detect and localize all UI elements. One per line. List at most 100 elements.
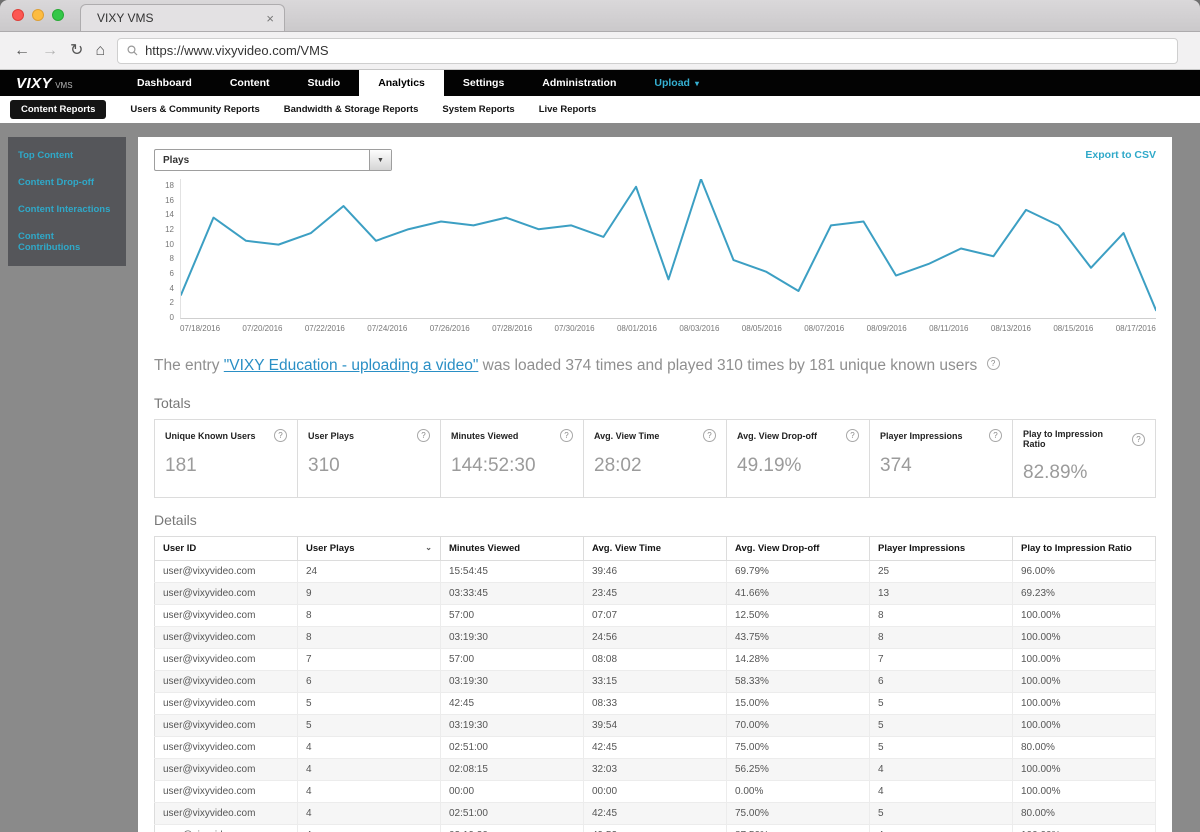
nav-item-settings[interactable]: Settings bbox=[444, 70, 523, 96]
table-row: user@vixyvideo.com 9 03:33:45 23:45 41.66% 13… bbox=[154, 582, 1156, 605]
total-card-user-plays: User Plays? 310 bbox=[298, 420, 441, 497]
nav-item-upload[interactable]: Upload ▾ bbox=[635, 70, 718, 96]
cell-minutes-viewed: 03:33:45 bbox=[440, 582, 584, 605]
cell-player-impressions: 6 bbox=[869, 670, 1013, 693]
minimize-window-button[interactable] bbox=[32, 9, 44, 21]
cell-player-impressions: 8 bbox=[869, 626, 1013, 649]
nav-item-dashboard[interactable]: Dashboard bbox=[118, 70, 211, 96]
subnav-item-live-reports[interactable]: Live Reports bbox=[539, 104, 597, 115]
nav-item-content[interactable]: Content bbox=[211, 70, 289, 96]
nav-item-analytics[interactable]: Analytics bbox=[359, 70, 444, 96]
column-header-user-plays[interactable]: User Plays ⌄ bbox=[297, 536, 441, 561]
total-card-label: Avg. View Time bbox=[594, 430, 660, 441]
total-card-player-impressions: Player Impressions? 374 bbox=[870, 420, 1013, 497]
totals-row: Unique Known Users? 181 User Plays? 310 Minu… bbox=[154, 419, 1156, 498]
cell-play-to-impression-ratio: 100.00% bbox=[1012, 692, 1156, 715]
total-card-header: Unique Known Users? bbox=[165, 429, 287, 442]
cell-avg-view-drop-off: 15.00% bbox=[726, 692, 870, 715]
total-card-value: 82.89% bbox=[1023, 462, 1088, 483]
help-icon[interactable]: ? bbox=[703, 429, 716, 442]
cell-avg-view-time: 23:45 bbox=[583, 582, 727, 605]
cell-user-id: user@vixyvideo.com bbox=[154, 824, 298, 832]
cell-user-plays: 4 bbox=[297, 758, 441, 781]
subnav-item-system-reports[interactable]: System Reports bbox=[442, 104, 514, 115]
close-window-button[interactable] bbox=[12, 9, 24, 21]
totals-heading: Totals bbox=[154, 395, 191, 411]
cell-player-impressions: 5 bbox=[869, 714, 1013, 737]
table-row: user@vixyvideo.com 6 03:19:30 33:15 58.33% 6 1… bbox=[154, 670, 1156, 693]
nav-item-administration[interactable]: Administration bbox=[523, 70, 635, 96]
cell-minutes-viewed: 02:08:15 bbox=[440, 758, 584, 781]
cell-user-id: user@vixyvideo.com bbox=[154, 604, 298, 627]
forward-icon[interactable]: → bbox=[42, 42, 58, 59]
column-header-play-to-impression-ratio[interactable]: Play to Impression Ratio bbox=[1012, 536, 1156, 561]
table-row: user@vixyvideo.com 5 42:45 08:33 15.00% 5 100.… bbox=[154, 692, 1156, 715]
y-tick-label: 0 bbox=[169, 312, 174, 322]
cell-user-plays: 8 bbox=[297, 626, 441, 649]
total-card-header: Play to Impression Ratio? bbox=[1023, 429, 1145, 449]
sidebar-item-content-drop-off[interactable]: Content Drop-off bbox=[8, 169, 126, 196]
back-icon[interactable]: ← bbox=[14, 42, 30, 59]
subnav-item-users-community-reports[interactable]: Users & Community Reports bbox=[130, 104, 259, 115]
tab-close-icon[interactable]: × bbox=[266, 12, 274, 25]
plays-line-series bbox=[181, 179, 1156, 310]
cell-avg-view-drop-off: 0.00% bbox=[726, 780, 870, 803]
x-tick-label: 08/15/2016 bbox=[1053, 324, 1094, 333]
refresh-icon[interactable]: ↻ bbox=[70, 42, 83, 59]
help-icon[interactable]: ? bbox=[1132, 432, 1145, 446]
subnav-item-bandwidth-storage-reports[interactable]: Bandwidth & Storage Reports bbox=[284, 104, 419, 115]
browser-tab-bar: VIXY VMS × bbox=[0, 0, 1200, 32]
help-icon[interactable]: ? bbox=[417, 429, 430, 442]
metric-select[interactable]: Plays ▼ bbox=[154, 149, 392, 171]
sidebar-item-top-content[interactable]: Top Content bbox=[8, 142, 126, 169]
export-csv-link[interactable]: Export to CSV bbox=[1085, 149, 1156, 161]
column-header-minutes-viewed[interactable]: Minutes Viewed bbox=[440, 536, 584, 561]
cell-user-id: user@vixyvideo.com bbox=[154, 626, 298, 649]
cell-play-to-impression-ratio: 80.00% bbox=[1012, 736, 1156, 759]
sidebar-item-content-contributions[interactable]: Content Contributions bbox=[8, 223, 126, 261]
browser-window: VIXY VMS × ← → ↻ ⌂ https://www.vixyvideo… bbox=[0, 0, 1200, 832]
chart-plot-area bbox=[180, 179, 1156, 319]
total-card-value: 310 bbox=[308, 455, 340, 476]
chevron-down-icon[interactable]: ▼ bbox=[369, 150, 391, 170]
help-icon[interactable]: ? bbox=[846, 429, 859, 442]
subnav-item-content-reports[interactable]: Content Reports bbox=[10, 100, 107, 119]
cell-user-plays: 8 bbox=[297, 604, 441, 627]
help-icon[interactable]: ? bbox=[989, 429, 1002, 442]
cell-avg-view-time: 24:56 bbox=[583, 626, 727, 649]
cell-player-impressions: 8 bbox=[869, 604, 1013, 627]
sidebar-item-content-interactions[interactable]: Content Interactions bbox=[8, 196, 126, 223]
url-text: https://www.vixyvideo.com/VMS bbox=[145, 43, 329, 58]
x-tick-label: 08/11/2016 bbox=[929, 324, 969, 333]
zoom-window-button[interactable] bbox=[52, 9, 64, 21]
cell-avg-view-time: 42:45 bbox=[583, 802, 727, 825]
column-header-avg-view-drop-off[interactable]: Avg. View Drop-off bbox=[726, 536, 870, 561]
entry-link[interactable]: "VIXY Education - uploading a video" bbox=[224, 357, 479, 374]
vixy-logo[interactable]: VIXY VMS bbox=[0, 70, 118, 96]
sort-chevron-icon[interactable]: ⌄ bbox=[425, 543, 432, 552]
help-icon[interactable]: ? bbox=[986, 357, 1000, 370]
cell-avg-view-drop-off: 69.79% bbox=[726, 560, 870, 583]
column-header-player-impressions[interactable]: Player Impressions bbox=[869, 536, 1013, 561]
column-header-avg-view-time[interactable]: Avg. View Time bbox=[583, 536, 727, 561]
details-table: User ID User Plays ⌄ Minutes Viewed Avg. Vie… bbox=[154, 536, 1156, 832]
cell-user-plays: 7 bbox=[297, 648, 441, 671]
home-icon[interactable]: ⌂ bbox=[95, 42, 105, 59]
cell-minutes-viewed: 03:19:30 bbox=[440, 670, 584, 693]
column-header-user-id[interactable]: User ID bbox=[154, 536, 298, 561]
address-bar[interactable]: https://www.vixyvideo.com/VMS bbox=[117, 37, 1178, 64]
cell-user-id: user@vixyvideo.com bbox=[154, 648, 298, 671]
x-tick-label: 07/26/2016 bbox=[429, 324, 470, 333]
y-tick-label: 16 bbox=[165, 195, 174, 205]
help-icon[interactable]: ? bbox=[560, 429, 573, 442]
browser-toolbar: ← → ↻ ⌂ https://www.vixyvideo.com/VMS bbox=[0, 32, 1200, 70]
cell-user-id: user@vixyvideo.com bbox=[154, 736, 298, 759]
total-card-minutes-viewed: Minutes Viewed? 144:52:30 bbox=[441, 420, 584, 497]
cell-player-impressions: 4 bbox=[869, 758, 1013, 781]
help-icon[interactable]: ? bbox=[274, 429, 287, 442]
cell-minutes-viewed: 57:00 bbox=[440, 648, 584, 671]
browser-tab[interactable]: VIXY VMS × bbox=[80, 4, 285, 31]
nav-item-studio[interactable]: Studio bbox=[289, 70, 360, 96]
cell-avg-view-drop-off: 75.00% bbox=[726, 736, 870, 759]
table-row: user@vixyvideo.com 4 02:51:00 42:45 75.00% 5 8… bbox=[154, 736, 1156, 759]
